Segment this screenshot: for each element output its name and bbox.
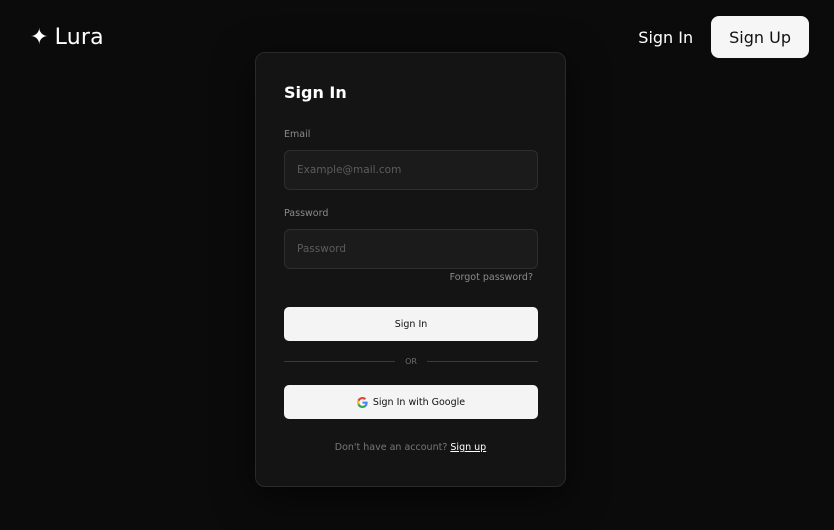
sign-up-link[interactable]: Sign up: [450, 442, 486, 453]
sign-up-prompt-text: Don't have an account?: [334, 442, 448, 453]
divider-line-right: [426, 361, 539, 362]
forgot-password-link[interactable]: Forgot password?: [450, 272, 533, 283]
sign-up-prompt: Don't have an account? Sign up: [256, 442, 565, 453]
sparkle-icon: ✦: [30, 24, 49, 50]
card-title: Sign In: [284, 83, 347, 102]
google-sign-in-button[interactable]: Sign In with Google: [284, 385, 538, 419]
password-label: Password: [284, 208, 329, 219]
divider-line-left: [284, 361, 396, 362]
google-button-label: Sign In with Google: [372, 396, 466, 408]
divider-text: OR: [405, 357, 417, 366]
google-icon: [356, 396, 368, 408]
brand-logo[interactable]: ✦ Lura: [30, 25, 104, 50]
password-input[interactable]: [284, 229, 538, 269]
or-divider: OR: [284, 357, 539, 366]
nav-sign-in-link[interactable]: Sign In: [638, 28, 693, 47]
sign-in-card: Sign In Email Password Forgot password? …: [255, 52, 566, 487]
email-label: Email: [284, 129, 311, 140]
top-nav: Sign In Sign Up: [638, 16, 809, 58]
email-input[interactable]: [284, 150, 538, 190]
sign-in-button[interactable]: Sign In: [284, 307, 538, 341]
brand-name: Lura: [54, 25, 104, 50]
nav-sign-up-button[interactable]: Sign Up: [711, 16, 809, 58]
